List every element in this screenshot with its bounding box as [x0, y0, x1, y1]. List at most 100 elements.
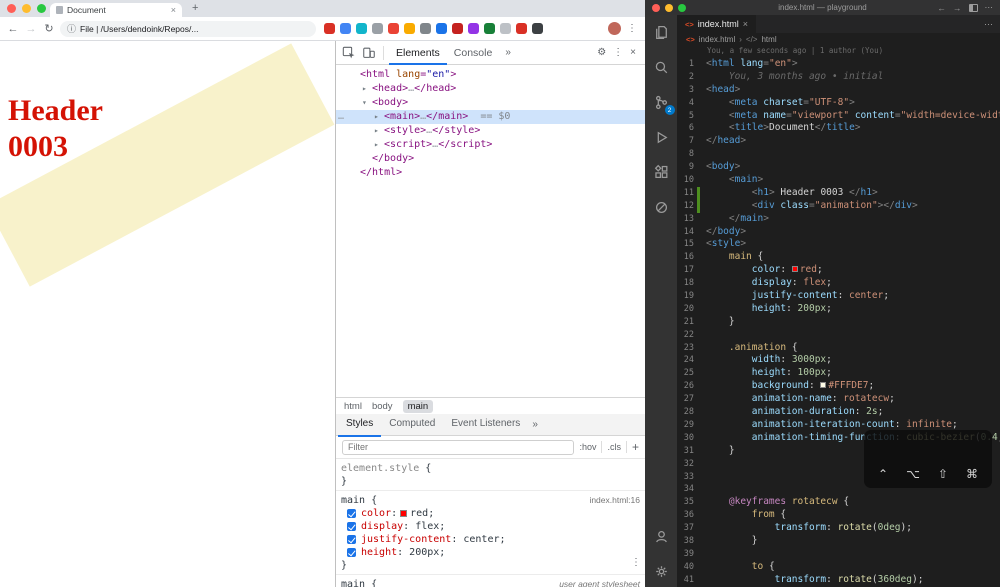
more-sidebar-tabs-icon[interactable]: » [528, 419, 542, 430]
extension-icon[interactable] [484, 23, 495, 34]
nav-back-icon[interactable]: ← [938, 3, 947, 13]
disclosure-arrow[interactable]: ▸ [374, 124, 384, 138]
code-line[interactable]: 20 height: 200px; [677, 303, 1000, 316]
extension-icon[interactable] [436, 23, 447, 34]
extension-icon[interactable] [388, 23, 399, 34]
info-icon[interactable]: ⓘ [67, 22, 76, 35]
forward-icon[interactable]: → [24, 23, 38, 35]
search-icon[interactable] [652, 58, 671, 77]
code-line[interactable]: 23 .animation { [677, 342, 1000, 355]
titlebar-more-icon[interactable]: ⋯ [985, 2, 994, 13]
code-line[interactable]: 2 You, 3 months ago • initial [677, 71, 1000, 84]
property-checkbox[interactable] [347, 509, 356, 518]
devtools-menu-icon[interactable]: ⋮ [613, 47, 623, 58]
new-tab-button[interactable]: + [192, 2, 198, 14]
nav-forward-icon[interactable]: → [953, 3, 962, 13]
reload-icon[interactable]: ↻ [42, 22, 56, 35]
layout-sidebar-icon[interactable] [968, 3, 978, 12]
dom-node-row[interactable]: ▾ <body> [336, 96, 645, 110]
style-property[interactable]: color: red; [341, 507, 640, 520]
disclosure-arrow[interactable]: ▾ [362, 96, 372, 110]
code-line[interactable]: 25 height: 100px; [677, 367, 1000, 380]
address-bar[interactable]: ⓘ File | /Users/dendoink/Repos/... [60, 20, 316, 37]
code-line[interactable]: 16 main { [677, 251, 1000, 264]
code-line[interactable]: 24 width: 3000px; [677, 354, 1000, 367]
code-line[interactable]: 26 background: #FFFDE7; [677, 380, 1000, 393]
code-line[interactable]: 39 [677, 548, 1000, 561]
extension-icon[interactable] [404, 23, 415, 34]
close-window-button[interactable] [652, 3, 660, 12]
account-icon[interactable] [652, 527, 671, 546]
code-line[interactable]: 6 <title>Document</title> [677, 122, 1000, 135]
styles-toolbar-button[interactable]: + [632, 440, 639, 454]
property-checkbox[interactable] [347, 535, 356, 544]
more-panels-icon[interactable]: » [501, 47, 515, 58]
styles-toolbar-button[interactable]: :hov [579, 442, 596, 452]
breadcrumbs[interactable]: <> index.html › </> html [677, 33, 1000, 46]
code-line[interactable]: 40 to { [677, 561, 1000, 574]
circle-slash-icon[interactable] [652, 198, 671, 217]
rule-selector[interactable]: main [341, 495, 365, 506]
crumb-body[interactable]: body [372, 401, 393, 412]
code-line[interactable]: 1 <html lang="en"> [677, 58, 1000, 71]
style-property[interactable]: justify-content: center; [341, 533, 640, 546]
code-line[interactable]: 28 animation-duration: 2s; [677, 406, 1000, 419]
dom-node-row[interactable]: ▸ <style>…</style> [336, 124, 645, 138]
extension-icon[interactable] [468, 23, 479, 34]
tab-console[interactable]: Console [447, 41, 500, 65]
rule-selector[interactable]: element.style [341, 463, 419, 474]
extension-icon[interactable] [372, 23, 383, 34]
dom-node-row[interactable]: </html> [336, 166, 645, 180]
tab-close-icon[interactable]: × [743, 19, 748, 29]
property-checkbox[interactable] [347, 548, 356, 557]
extension-icon[interactable] [500, 23, 511, 34]
code-line[interactable]: 37 transform: rotate(0deg); [677, 522, 1000, 535]
tab-event-listeners[interactable]: Event Listeners [443, 413, 528, 437]
styles-toolbar-button[interactable]: .cls [607, 442, 621, 452]
disclosure-arrow[interactable]: ▸ [374, 138, 384, 152]
property-checkbox[interactable] [347, 522, 356, 531]
dom-node-row[interactable]: <html lang="en"> [336, 68, 645, 82]
code-line[interactable]: 9 <body> [677, 161, 1000, 174]
extension-icon[interactable] [324, 23, 335, 34]
tab-elements[interactable]: Elements [389, 41, 447, 65]
rule-selector[interactable]: main [341, 579, 365, 587]
crumb-main[interactable]: main [402, 399, 434, 413]
source-control-icon[interactable]: 2 [652, 93, 675, 115]
code-line[interactable]: 38 } [677, 535, 1000, 548]
dom-node-row[interactable]: </body> [336, 152, 645, 166]
code-line[interactable]: 22 [677, 329, 1000, 342]
code-line[interactable]: 3 <head> [677, 84, 1000, 97]
devtools-close-icon[interactable]: × [630, 47, 636, 58]
minimize-window-button[interactable] [665, 3, 673, 12]
extension-icon[interactable] [516, 23, 527, 34]
code-line[interactable]: 41 transform: rotate(360deg); [677, 574, 1000, 587]
code-line[interactable]: 17 color: red; [677, 264, 1000, 277]
breadcrumb-node[interactable]: html [761, 35, 776, 44]
color-swatch[interactable] [400, 510, 408, 517]
profile-avatar[interactable] [608, 22, 621, 35]
extension-icon[interactable] [452, 23, 463, 34]
style-property[interactable]: height: 200px; [341, 546, 640, 559]
extensions-icon[interactable] [652, 163, 671, 182]
code-line[interactable]: 12 <div class="animation"></div> [677, 199, 1000, 213]
code-line[interactable]: 5 <meta name="viewport" content="width=d… [677, 110, 1000, 123]
code-line[interactable]: 14 </body> [677, 226, 1000, 239]
device-toolbar-icon[interactable] [360, 45, 378, 61]
editor-tab-index-html[interactable]: <> index.html × [677, 15, 757, 33]
filter-input[interactable] [342, 439, 575, 455]
crumb-html[interactable]: html [344, 401, 362, 412]
tab-computed[interactable]: Computed [381, 413, 443, 437]
code-line[interactable]: 18 display: flex; [677, 277, 1000, 290]
zoom-window-button[interactable] [678, 3, 686, 12]
inspect-icon[interactable] [340, 45, 358, 61]
extension-icon[interactable] [356, 23, 367, 34]
gitlens-codelens[interactable]: You, a few seconds ago | 1 author (You) [677, 46, 1000, 58]
tab-close-icon[interactable]: × [171, 5, 176, 15]
editor-actions-icon[interactable]: ⋯ [984, 15, 1000, 33]
browser-menu-icon[interactable]: ⋮ [627, 23, 637, 34]
back-icon[interactable]: ← [6, 23, 20, 35]
dom-node-row[interactable]: ▸ <script>…</script> [336, 138, 645, 152]
code-line[interactable]: 13 </main> [677, 213, 1000, 226]
code-line[interactable]: 4 <meta charset="UTF-8"> [677, 97, 1000, 110]
